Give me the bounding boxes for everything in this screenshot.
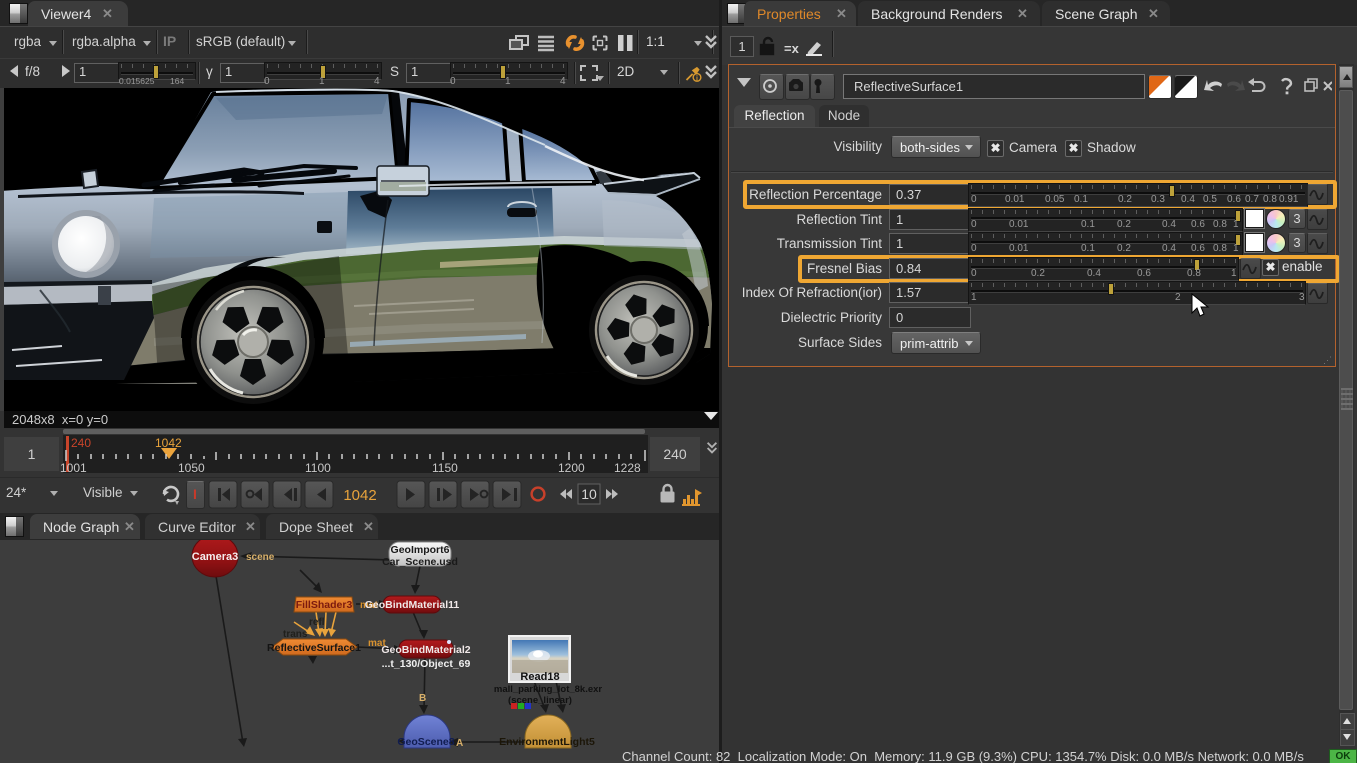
svg-text:1042: 1042 xyxy=(343,487,376,504)
svg-text:Read18: Read18 xyxy=(520,671,559,683)
svg-text:10: 10 xyxy=(581,486,597,502)
svg-text:B: B xyxy=(419,693,426,704)
svg-text:Car_Scene.usd: Car_Scene.usd xyxy=(382,556,458,568)
svg-text:Camera3: Camera3 xyxy=(192,551,238,563)
svg-text:mall_parking_lot_8k.exr: mall_parking_lot_8k.exr xyxy=(494,684,603,695)
svg-text:i: i xyxy=(696,76,698,83)
svg-text:GeoBindMaterial11: GeoBindMaterial11 xyxy=(365,599,460,611)
svg-text:trans: trans xyxy=(283,629,308,640)
svg-text:GeoScene8: GeoScene8 xyxy=(397,736,454,748)
svg-text:EnvironmentLight5: EnvironmentLight5 xyxy=(499,736,595,748)
svg-text:(scene_linear): (scene_linear) xyxy=(508,695,572,706)
svg-text:GeoImport6: GeoImport6 xyxy=(391,544,450,556)
svg-text:...t_130/Object_69: ...t_130/Object_69 xyxy=(382,658,471,670)
svg-text:scene: scene xyxy=(246,552,275,563)
svg-text:ReflectiveSurface1: ReflectiveSurface1 xyxy=(267,642,361,654)
svg-text:FillShader3: FillShader3 xyxy=(296,599,353,611)
svg-text:GeoBindMaterial2: GeoBindMaterial2 xyxy=(381,644,470,656)
svg-text:refl: refl xyxy=(309,617,325,628)
svg-text:=x: =x xyxy=(784,41,800,56)
svg-text:A: A xyxy=(456,738,463,749)
